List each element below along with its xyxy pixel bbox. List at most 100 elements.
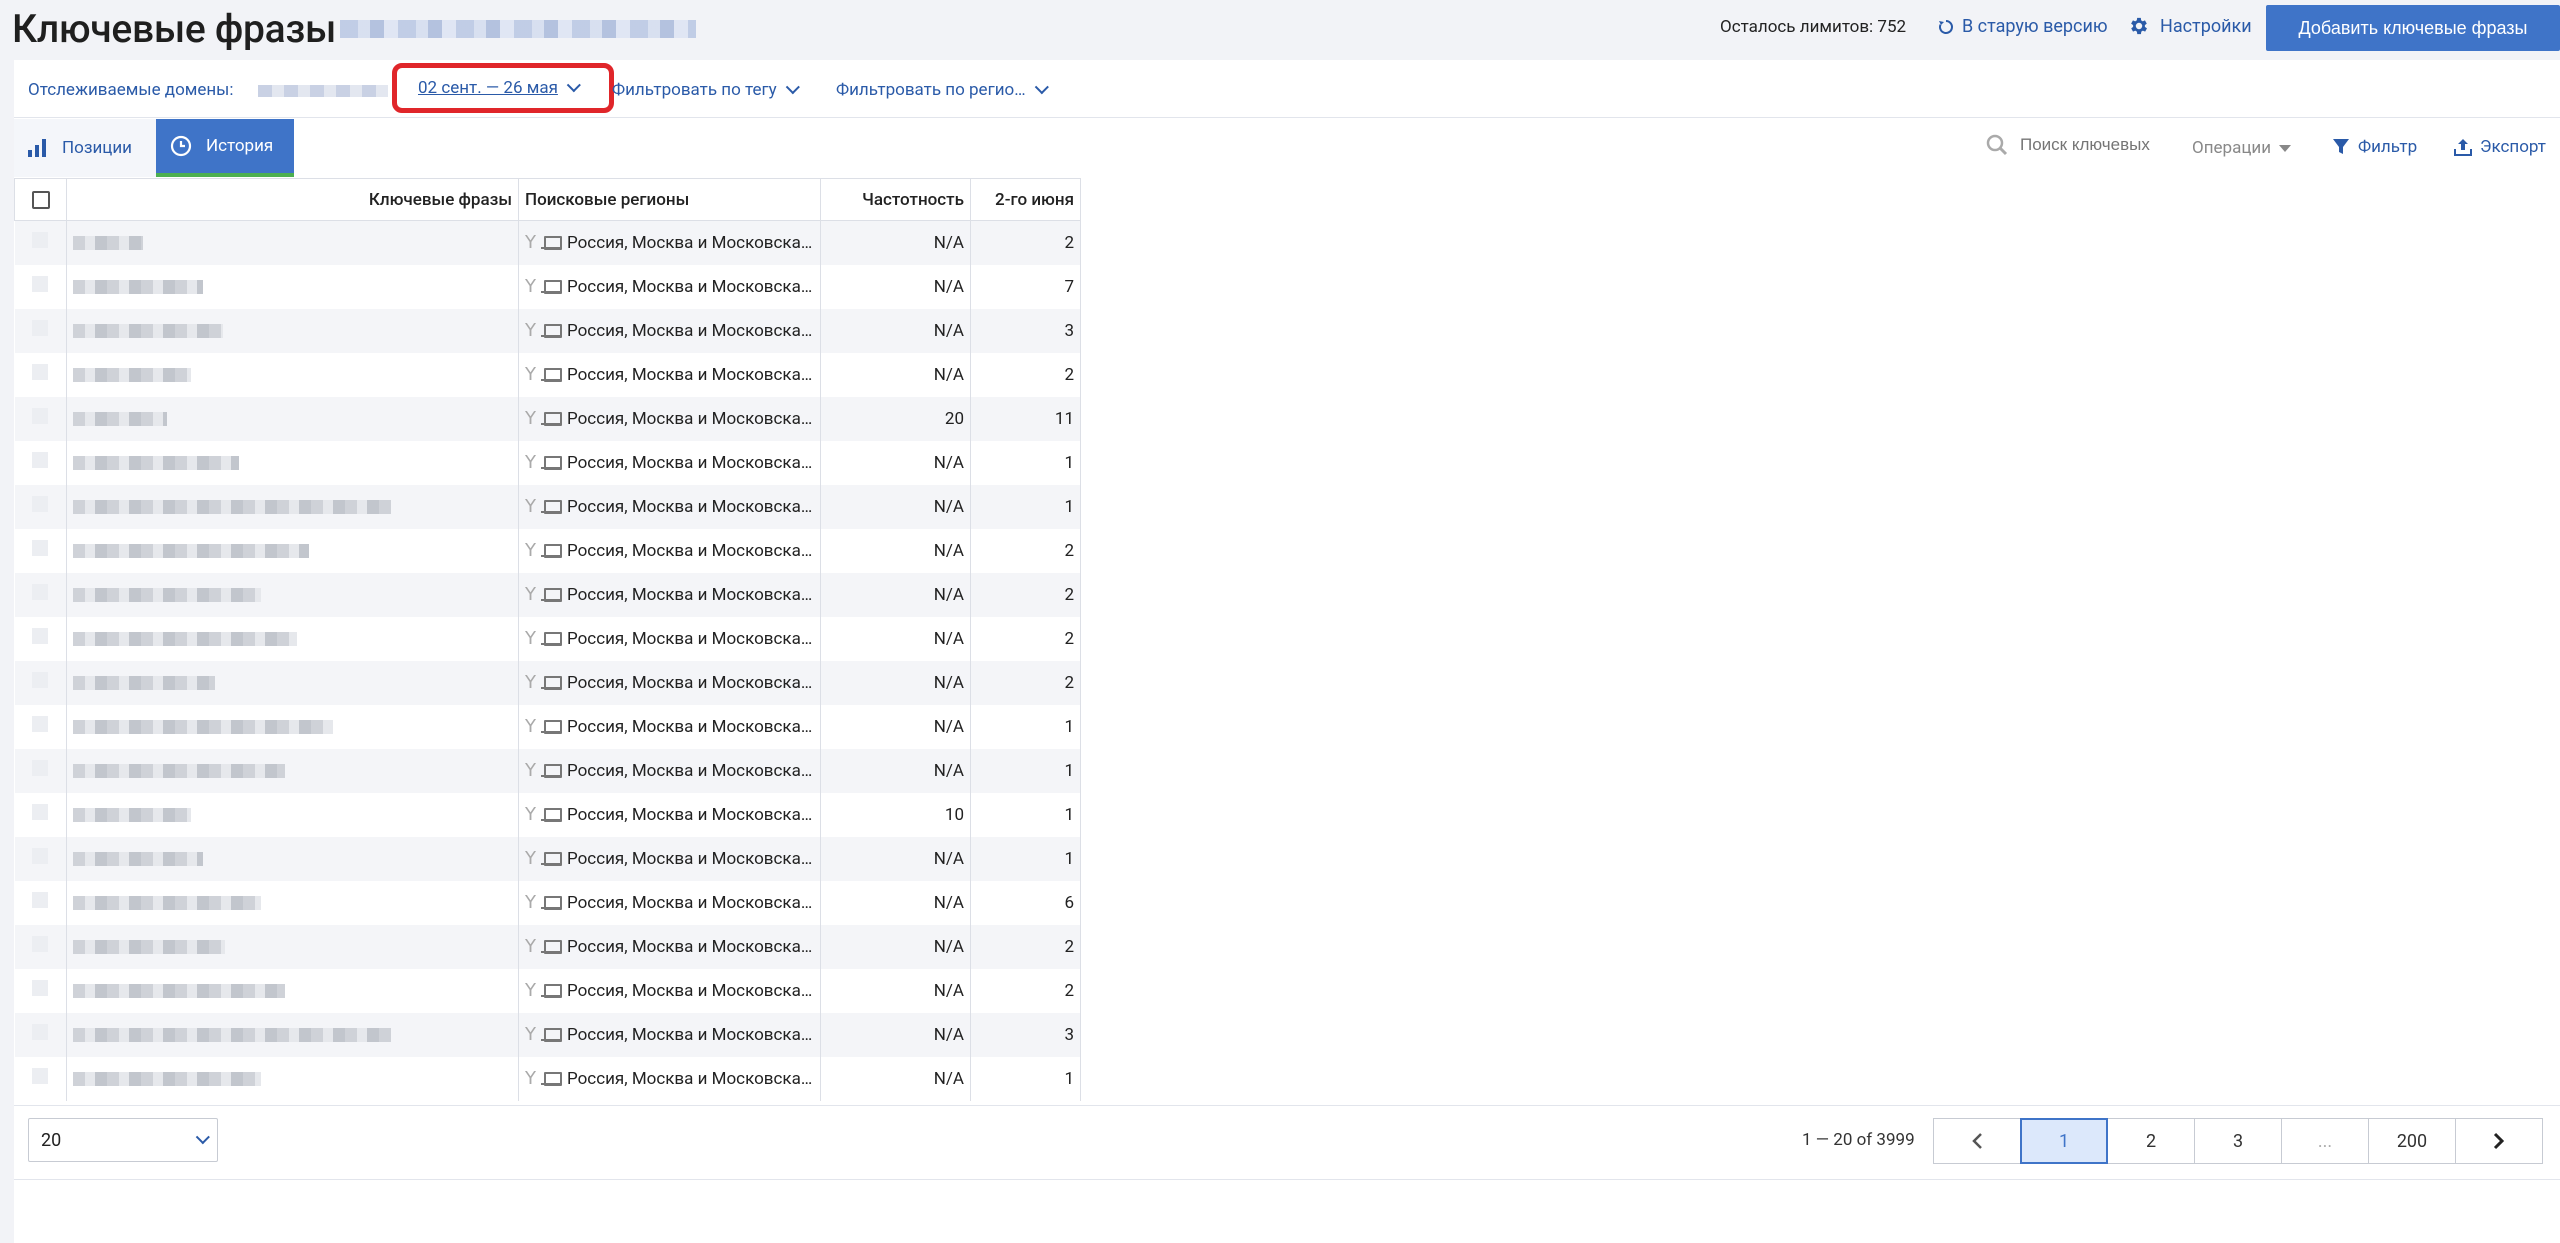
region-text: Россия, Москва и Московская область [567, 540, 814, 561]
table-row[interactable]: Y Россия, Москва и Московская область N/A2 [14, 968, 1081, 1013]
table-row[interactable]: Y Россия, Москва и Московская область N/A3 [14, 308, 1081, 353]
frequency-cell: N/A [820, 484, 971, 529]
frequency-cell: N/A [820, 1056, 971, 1101]
row-checkbox[interactable] [32, 276, 49, 292]
tab-history-label: История [206, 136, 274, 156]
row-checkbox[interactable] [32, 232, 49, 249]
row-select-cell [14, 880, 67, 925]
per-page-select[interactable]: 20 [28, 1118, 218, 1162]
table-row[interactable]: Y Россия, Москва и Московская область N/A2 [14, 660, 1081, 705]
region-cell: Y Россия, Москва и Московская область [518, 616, 821, 661]
search-input[interactable] [2020, 135, 2180, 155]
row-checkbox[interactable] [32, 1024, 49, 1040]
table-row[interactable]: Y Россия, Москва и Московская область N/A1 [14, 484, 1081, 529]
keyword-blurred [73, 323, 223, 338]
column-header-keywords[interactable]: Ключевые фразы [66, 178, 519, 221]
row-checkbox[interactable] [32, 496, 49, 512]
page-button[interactable]: 1 [2020, 1118, 2108, 1164]
yandex-icon: Y [525, 980, 536, 1001]
column-header-regions[interactable]: Поисковые регионы [518, 178, 821, 221]
table-row[interactable]: Y Россия, Москва и Московская область N/A7 [14, 264, 1081, 309]
row-checkbox[interactable] [32, 584, 49, 600]
row-select-cell [14, 748, 67, 793]
table-row[interactable]: Y Россия, Москва и Московская область N/A1 [14, 1056, 1081, 1101]
table-row[interactable]: Y Россия, Москва и Московская область N/A2 [14, 572, 1081, 617]
row-select-cell [14, 352, 67, 397]
region-cell: Y Россия, Москва и Московская область [518, 308, 821, 353]
row-checkbox[interactable] [32, 540, 49, 556]
position-cell: 1 [970, 440, 1081, 485]
table-row[interactable]: Y Россия, Москва и Московская область N/A1 [14, 748, 1081, 793]
keyword-blurred [73, 1027, 391, 1042]
keyword-cell [66, 660, 519, 705]
table-row[interactable]: Y Россия, Москва и Московская область N/A3 [14, 1012, 1081, 1057]
gear-icon [2131, 17, 2147, 35]
row-checkbox[interactable] [32, 980, 49, 996]
column-header-frequency[interactable]: Частотность [820, 178, 971, 221]
position-cell: 6 [970, 880, 1081, 925]
row-checkbox[interactable] [32, 452, 49, 468]
table-row[interactable]: Y Россия, Москва и Московская область N/A1 [14, 704, 1081, 749]
date-range-picker[interactable]: 02 сент. — 26 мая [418, 78, 581, 98]
keyword-cell [66, 352, 519, 397]
export-button[interactable]: Экспорт [2454, 137, 2546, 157]
row-checkbox[interactable] [32, 320, 49, 336]
table-row[interactable]: Y Россия, Москва и Московская область N/A2 [14, 220, 1081, 265]
row-select-cell [14, 704, 67, 749]
row-checkbox[interactable] [32, 848, 49, 864]
row-checkbox[interactable] [32, 760, 49, 776]
page-button[interactable]: 3 [2194, 1118, 2282, 1164]
region-cell: Y Россия, Москва и Московская область [518, 924, 821, 969]
page-button[interactable]: 200 [2368, 1118, 2456, 1164]
page-button[interactable]: 2 [2107, 1118, 2195, 1164]
keyword-blurred [73, 1071, 261, 1086]
tag-filter-dropdown[interactable]: Фильтровать по тегу [612, 80, 800, 100]
filter-button[interactable]: Фильтр [2332, 137, 2417, 157]
table-row[interactable]: Y Россия, Москва и Московская область N/A2 [14, 528, 1081, 573]
keyword-cell [66, 1012, 519, 1057]
old-version-link[interactable]: В старую версию [1938, 16, 2108, 37]
row-checkbox[interactable] [32, 892, 49, 908]
yandex-icon: Y [525, 628, 536, 649]
operations-dropdown[interactable]: Операции [2192, 138, 2292, 158]
row-checkbox[interactable] [32, 628, 49, 644]
next-page-button[interactable] [2455, 1118, 2543, 1164]
table-row[interactable]: Y Россия, Москва и Московская область N/A2 [14, 352, 1081, 397]
row-select-cell [14, 924, 67, 969]
table-row[interactable]: Y Россия, Москва и Московская область 2011 [14, 396, 1081, 441]
row-select-cell [14, 308, 67, 353]
region-cell: Y Россия, Москва и Московская область [518, 1056, 821, 1101]
keyword-search [1986, 134, 2180, 156]
table-row[interactable]: Y Россия, Москва и Московская область N/A2 [14, 924, 1081, 969]
column-header-date[interactable]: 2-го июня [970, 178, 1081, 221]
limits-counter: Осталось лимитов: 752 [1720, 17, 1907, 37]
region-filter-dropdown[interactable]: Фильтровать по регио… [836, 80, 1049, 100]
region-cell: Y Россия, Москва и Московская область [518, 264, 821, 309]
table-row[interactable]: Y Россия, Москва и Московская область N/A1 [14, 836, 1081, 881]
desktop-icon [541, 499, 562, 514]
row-checkbox[interactable] [32, 408, 49, 424]
desktop-icon [541, 587, 562, 602]
row-checkbox[interactable] [32, 936, 49, 952]
prev-page-button[interactable] [1933, 1118, 2021, 1164]
tab-history[interactable]: История [156, 119, 294, 177]
select-all-checkbox[interactable] [31, 191, 50, 210]
region-filter-label: Фильтровать по регио… [836, 80, 1026, 100]
settings-link[interactable]: Настройки [2128, 15, 2252, 37]
row-checkbox[interactable] [32, 672, 49, 688]
row-checkbox[interactable] [32, 804, 49, 820]
tab-positions[interactable]: Позиции [14, 119, 156, 177]
table-row[interactable]: Y Россия, Москва и Московская область N/A1 [14, 440, 1081, 485]
region-text: Россия, Москва и Московская область [567, 936, 814, 957]
keyword-cell [66, 836, 519, 881]
old-version-label: В старую версию [1962, 16, 2108, 37]
row-checkbox[interactable] [32, 1068, 49, 1084]
position-cell: 1 [970, 1056, 1081, 1101]
row-checkbox[interactable] [32, 716, 49, 732]
table-row[interactable]: Y Россия, Москва и Московская область 101 [14, 792, 1081, 837]
row-checkbox[interactable] [32, 364, 49, 380]
yandex-icon: Y [525, 496, 536, 517]
table-row[interactable]: Y Россия, Москва и Московская область N/A2 [14, 616, 1081, 661]
table-row[interactable]: Y Россия, Москва и Московская область N/A6 [14, 880, 1081, 925]
add-keywords-button[interactable]: Добавить ключевые фразы [2266, 5, 2560, 51]
